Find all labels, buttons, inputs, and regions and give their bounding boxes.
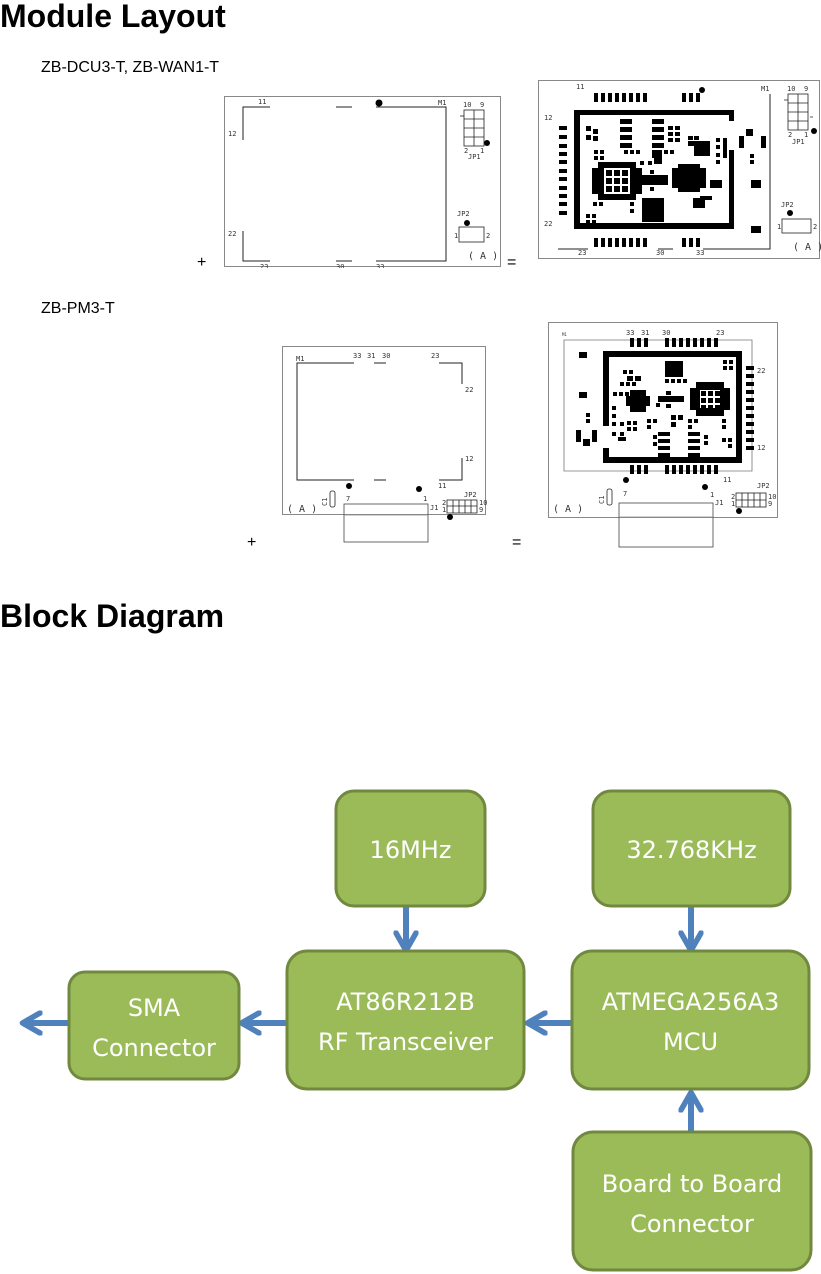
- jp2-label: JP2: [781, 201, 794, 209]
- pin-label: 30: [662, 329, 670, 337]
- jp2-pin-label: 1: [454, 232, 458, 240]
- jp2-pin-label: 1: [731, 500, 735, 508]
- jp2-pin-label: 2: [813, 223, 817, 231]
- block-b2b-line2: Connector: [630, 1210, 754, 1238]
- pin-label: 12: [757, 444, 765, 452]
- jp1-label: JP1: [468, 153, 481, 161]
- equals-sign: =: [507, 254, 517, 271]
- jp2-label: JP2: [757, 482, 770, 490]
- block-32khz-label: 32.768KHz: [626, 836, 756, 864]
- pin-label: 22: [757, 367, 765, 375]
- pin-label: 22: [228, 230, 236, 238]
- pin-label: 33: [626, 329, 634, 337]
- module-ref-label: M1: [562, 332, 567, 337]
- variant-label: ( A ): [553, 504, 583, 515]
- module-layout-heading: Module Layout: [0, 0, 226, 34]
- block-32khz: 32.768KHz: [591, 789, 792, 908]
- pin-label: 12: [465, 455, 473, 463]
- variant-label: ( A ): [287, 504, 317, 515]
- module-ref-label: M1: [296, 355, 304, 363]
- pin-label: 23: [260, 263, 268, 268]
- variant-label: ( A ): [468, 251, 498, 262]
- pin-label: 30: [656, 249, 664, 257]
- dcu-carrier-board-outline: 11 12 22 23 30 33 M1 10 9 2 1 JP1 JP2 1 …: [224, 96, 502, 268]
- c1-label: C1: [321, 498, 329, 506]
- block-16mhz: 16MHz: [334, 789, 487, 908]
- jp2-pin-label: 1: [442, 506, 446, 514]
- block-sma-line1: SMA: [128, 994, 181, 1022]
- jp1-pin-label: 9: [804, 85, 808, 93]
- pin-label: 11: [723, 476, 731, 484]
- plus-sign: +: [247, 534, 257, 551]
- block-rf-transceiver: AT86R212B RF Transceiver: [285, 949, 526, 1091]
- pin-label: 30: [382, 352, 390, 360]
- pm3-populated-board: M1 33 31 30 23 22 12 11 7 1 C1 J1 JP2 2 …: [548, 322, 780, 548]
- j1-label: J1: [715, 499, 723, 507]
- block-board-to-board: Board to Board Connector: [571, 1130, 813, 1272]
- pm3-model-label: ZB-PM3-T: [41, 300, 115, 317]
- block-rf-line2: RF Transceiver: [318, 1028, 493, 1056]
- equals-sign: =: [512, 534, 522, 551]
- j1-pin-label: 7: [346, 495, 350, 503]
- block-sma-connector: SMA Connector: [67, 970, 241, 1081]
- pin-label: 23: [716, 329, 724, 337]
- block-sma-line2: Connector: [92, 1034, 216, 1062]
- jp2-pin-label: 9: [479, 506, 483, 514]
- module-ref-label: M1: [761, 85, 769, 93]
- block-mcu-line1: ATMEGA256A3: [602, 988, 780, 1016]
- block-b2b-line1: Board to Board: [602, 1170, 782, 1198]
- pin-label: 31: [367, 352, 375, 360]
- pm3-carrier-board-outline: M1 33 31 30 23 22 12 11 7 1 C1 J1 JP2 2 …: [282, 346, 488, 546]
- pin-label: 23: [431, 352, 439, 360]
- j1-pin-label: 1: [710, 491, 714, 499]
- pin-label: 31: [641, 329, 649, 337]
- pin-label: 11: [576, 83, 584, 91]
- pin-label: 33: [353, 352, 361, 360]
- jp2-label: JP2: [464, 491, 477, 499]
- jp1-pin-label: 10: [787, 85, 795, 93]
- pin-label: 33: [376, 263, 384, 268]
- j1-label: J1: [430, 504, 438, 512]
- pin-label: 30: [336, 263, 344, 268]
- block-rf-line1: AT86R212B: [336, 988, 475, 1016]
- pin-label: 11: [438, 482, 446, 490]
- block-diagram: 16MHz 32.768KHz SMA Connector AT86R212B …: [0, 789, 813, 1272]
- pin-label: 11: [258, 98, 266, 106]
- block-mcu-line2: MCU: [663, 1028, 718, 1056]
- pin-label: 22: [465, 386, 473, 394]
- j1-pin-label: 1: [423, 495, 427, 503]
- dcu-populated-board: 11 12 22 23 30 33 M1 10 9 2 1 JP1 JP2 1 …: [538, 80, 821, 260]
- jp2-pin-label: 9: [768, 500, 772, 508]
- jp2-pin-label: 2: [486, 232, 490, 240]
- c1-label: C1: [598, 496, 606, 504]
- jp2-pin-label: 1: [777, 223, 781, 231]
- dcu-wan-model-label: ZB-DCU3-T, ZB-WAN1-T: [41, 59, 220, 76]
- plus-sign: +: [197, 254, 207, 271]
- pin-label: 33: [696, 249, 704, 257]
- variant-label: ( A ): [793, 242, 821, 253]
- pin-label: 12: [544, 114, 552, 122]
- jp1-pin-label: 10: [463, 101, 471, 109]
- jp2-label: JP2: [457, 210, 470, 218]
- block-16mhz-label: 16MHz: [370, 836, 452, 864]
- jp1-label: JP1: [792, 138, 805, 146]
- pin-label: 23: [578, 249, 586, 257]
- block-diagram-heading: Block Diagram: [0, 598, 225, 634]
- block-mcu: ATMEGA256A3 MCU: [570, 949, 811, 1091]
- j1-pin-label: 7: [623, 490, 627, 498]
- jp1-pin-label: 9: [480, 101, 484, 109]
- module-ref-label: M1: [438, 99, 446, 107]
- pin-label: 12: [228, 130, 236, 138]
- pin-label: 22: [544, 220, 552, 228]
